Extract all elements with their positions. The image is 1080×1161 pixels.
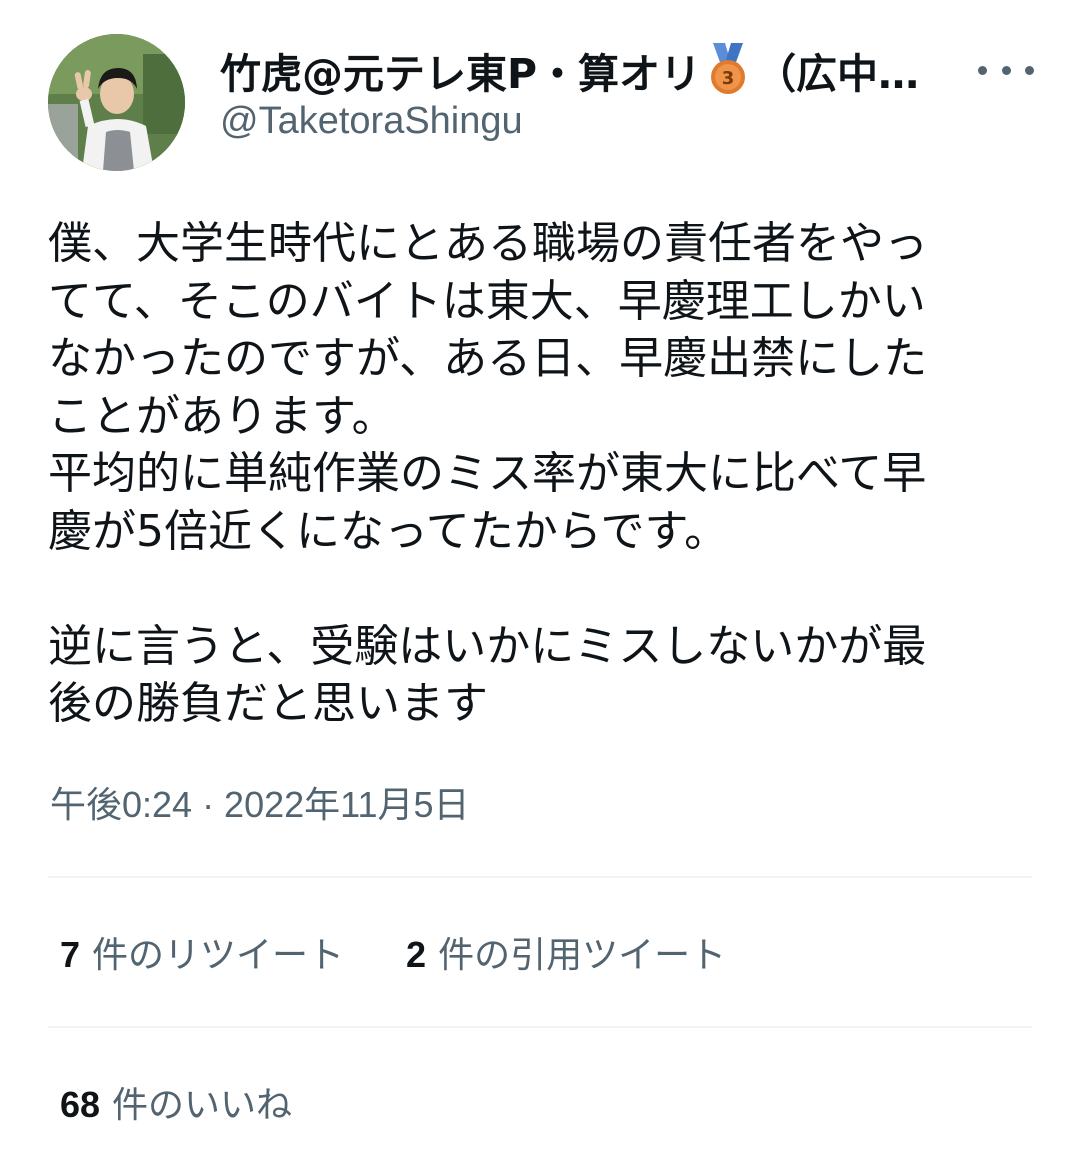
tweet-line: 逆に言うと、受験はいかにミスしないかが最 bbox=[48, 620, 927, 672]
avatar-photo bbox=[48, 34, 185, 171]
tweet-line: 平均的に単純作業のミス率が東大に比べて早 bbox=[48, 448, 927, 499]
tweet-line: 慶が5倍近くになってたからです。 bbox=[48, 505, 729, 557]
like-label: 件のいいね bbox=[112, 1085, 293, 1126]
author-display-name[interactable]: 竹虎@元テレ東P・算オリ 3 （広中… bbox=[220, 40, 940, 100]
tweet-text: 僕、大学生時代にとある職場の責任者をやっ てて、そこのバイトは東大、早慶理工しか… bbox=[48, 215, 1028, 733]
more-options-icon[interactable] bbox=[978, 52, 1034, 88]
like-count: 68 bbox=[60, 1084, 101, 1125]
quote-tweets-stat[interactable]: 2 件の引用ツイート bbox=[406, 926, 726, 978]
tweet-timestamp[interactable]: 午後0:24 · 2022年11月5日 bbox=[50, 776, 470, 828]
retweet-label: 件のリツイート bbox=[92, 935, 345, 976]
divider bbox=[48, 1026, 1032, 1028]
more-dot bbox=[978, 65, 987, 75]
svg-text:3: 3 bbox=[722, 68, 735, 89]
likes-stat-row: 68 件のいいね bbox=[60, 1072, 292, 1132]
more-dot bbox=[1025, 65, 1034, 75]
tweet-line: なかったのですが、ある日、早慶出禁にした bbox=[48, 333, 928, 384]
tweet-line: 僕、大学生時代にとある職場の責任者をやっ bbox=[48, 218, 928, 269]
retweets-stat[interactable]: 7 件のリツイート bbox=[60, 926, 344, 978]
quote-label: 件の引用ツイート bbox=[438, 935, 727, 976]
engagement-stats-row: 7 件のリツイート 2 件の引用ツイート bbox=[60, 922, 726, 982]
tweet-line: 後の勝負だと思います bbox=[48, 678, 488, 729]
display-name-suffix: （広中… bbox=[755, 50, 920, 98]
more-dot bbox=[1001, 65, 1011, 75]
quote-count: 2 bbox=[406, 934, 427, 975]
author-handle[interactable]: @TaketoraShingu bbox=[220, 100, 523, 143]
likes-stat[interactable]: 68 件のいいね bbox=[60, 1076, 292, 1128]
display-name-text: 竹虎@元テレ東P・算オリ bbox=[220, 50, 702, 98]
divider bbox=[48, 876, 1032, 878]
bronze-medal-icon: 3 bbox=[705, 43, 751, 97]
retweet-count: 7 bbox=[60, 934, 81, 975]
avatar[interactable] bbox=[48, 34, 185, 171]
tweet-line: てて、そこのバイトは東大、早慶理工しかい bbox=[48, 275, 926, 327]
tweet-line: ことがあります。 bbox=[48, 390, 396, 442]
